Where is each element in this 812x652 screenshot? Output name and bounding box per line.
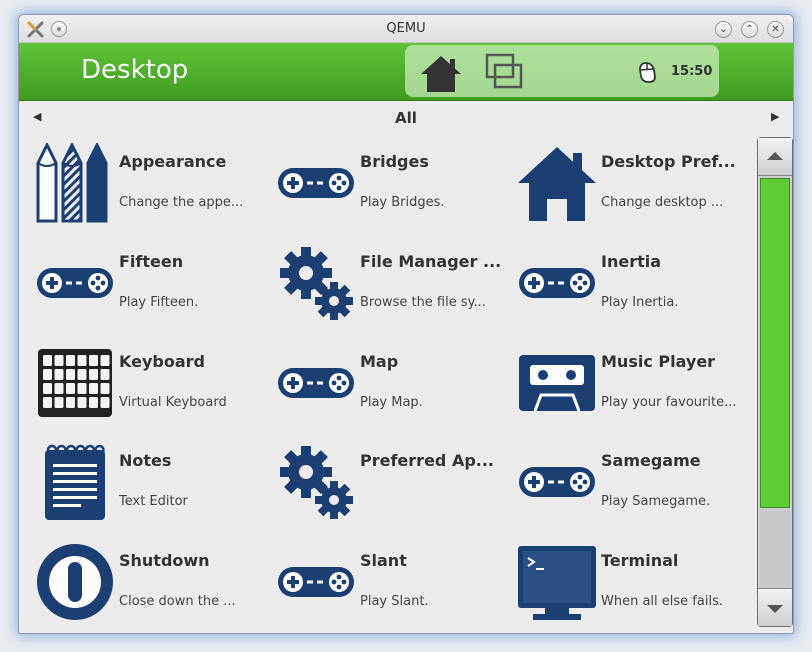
app-name: Appearance: [119, 152, 227, 171]
app-description: Play Samegame.: [601, 494, 711, 509]
app-description: Play your favourite...: [601, 395, 737, 410]
panel-pill: 15:50: [405, 45, 719, 97]
chevron-down-icon: [767, 605, 783, 613]
keyboard-icon: [35, 343, 115, 423]
close-button[interactable]: ✕: [767, 21, 784, 38]
gamepad-icon: [276, 343, 356, 423]
app-description: Play Inertia.: [601, 295, 679, 310]
app-name: Inertia: [601, 252, 662, 271]
category-next-button[interactable]: ▶: [771, 110, 779, 123]
gamepad-icon: [517, 442, 597, 522]
app-grid: Appearance Change the appe... Bridges Pl…: [19, 133, 753, 633]
app-description: Play Bridges.: [360, 195, 445, 210]
app-item-music-player[interactable]: Music Player Play your favourite...: [517, 343, 757, 439]
app-description: When all else fails.: [601, 594, 723, 609]
window-switcher-icon[interactable]: [483, 52, 523, 90]
app-description: Play Map.: [360, 395, 423, 410]
app-item-keyboard[interactable]: Keyboard Virtual Keyboard: [35, 343, 275, 439]
app-item-map[interactable]: Map Play Map.: [276, 343, 516, 439]
category-bar: ◀ All ▶: [19, 103, 793, 133]
app-item-slant[interactable]: Slant Play Slant.: [276, 542, 516, 633]
desktop-header: Desktop 15:50: [19, 43, 793, 101]
app-item-file-manager[interactable]: File Manager ... Browse the file sy...: [276, 243, 516, 339]
minimize-button[interactable]: ⌄: [715, 21, 732, 38]
pencils-icon: [35, 141, 115, 223]
app-item-notes[interactable]: Notes Text Editor: [35, 442, 275, 538]
app-name: Keyboard: [119, 352, 205, 371]
app-item-desktop-pref[interactable]: Desktop Pref... Change desktop ...: [517, 143, 757, 239]
home-icon: [517, 143, 597, 223]
notepad-icon: [35, 442, 115, 522]
app-description: Text Editor: [119, 494, 188, 509]
app-description: Change desktop ...: [601, 195, 724, 210]
cassette-icon: [517, 343, 597, 423]
app-name: Shutdown: [119, 551, 210, 570]
app-item-bridges[interactable]: Bridges Play Bridges.: [276, 143, 516, 239]
app-name: Samegame: [601, 451, 701, 470]
window-title: QEMU: [386, 21, 426, 36]
gamepad-icon: [276, 143, 356, 223]
clock: 15:50: [671, 64, 713, 79]
app-description: Play Fifteen.: [119, 295, 199, 310]
scroll-down-button[interactable]: [758, 588, 792, 626]
app-name: Bridges: [360, 152, 429, 171]
app-description: Virtual Keyboard: [119, 395, 227, 410]
app-name: Music Player: [601, 352, 716, 371]
app-item-fifteen[interactable]: Fifteen Play Fifteen.: [35, 243, 275, 339]
scroll-thumb[interactable]: [760, 178, 790, 508]
app-name: Terminal: [601, 551, 679, 570]
app-name: Notes: [119, 451, 172, 470]
gamepad-icon: [35, 243, 115, 323]
scroll-up-button[interactable]: [758, 138, 792, 176]
app-name: Preferred Ap...: [360, 451, 495, 470]
mouse-icon[interactable]: [635, 60, 659, 84]
home-icon[interactable]: [419, 54, 463, 94]
gamepad-icon: [517, 243, 597, 323]
gamepad-icon: [276, 542, 356, 622]
category-label: All: [395, 109, 417, 127]
gears-icon: [276, 243, 356, 323]
app-name: Map: [360, 352, 399, 371]
app-item-preferred-ap[interactable]: Preferred Ap...: [276, 442, 516, 538]
app-item-inertia[interactable]: Inertia Play Inertia.: [517, 243, 757, 339]
gears-icon: [276, 442, 356, 522]
app-item-appearance[interactable]: Appearance Change the appe...: [35, 141, 275, 239]
app-description: Browse the file sy...: [360, 295, 486, 310]
chevron-up-icon: [767, 152, 783, 160]
app-description: Change the appe...: [119, 195, 244, 210]
app-item-shutdown[interactable]: Shutdown Close down the ...: [35, 542, 275, 633]
terminal-icon: [517, 542, 597, 622]
app-name: Fifteen: [119, 252, 184, 271]
app-name: File Manager ...: [360, 252, 502, 271]
power-icon: [35, 542, 115, 622]
scroll-track[interactable]: [760, 510, 790, 588]
page-title: Desktop: [81, 55, 189, 85]
app-name: Desktop Pref...: [601, 152, 736, 171]
title-bar[interactable]: QEMU ⌄ ⌃ ✕: [19, 15, 793, 43]
vertical-scrollbar[interactable]: [757, 137, 793, 627]
app-description: Close down the ...: [119, 594, 236, 609]
app-item-samegame[interactable]: Samegame Play Samegame.: [517, 442, 757, 538]
app-item-terminal[interactable]: Terminal When all else fails.: [517, 542, 757, 633]
maximize-button[interactable]: ⌃: [741, 21, 758, 38]
qemu-window: QEMU ⌄ ⌃ ✕ Desktop 15:50 ◀ All ▶ Appeara…: [18, 14, 794, 634]
app-name: Slant: [360, 551, 407, 570]
app-description: Play Slant.: [360, 594, 429, 609]
